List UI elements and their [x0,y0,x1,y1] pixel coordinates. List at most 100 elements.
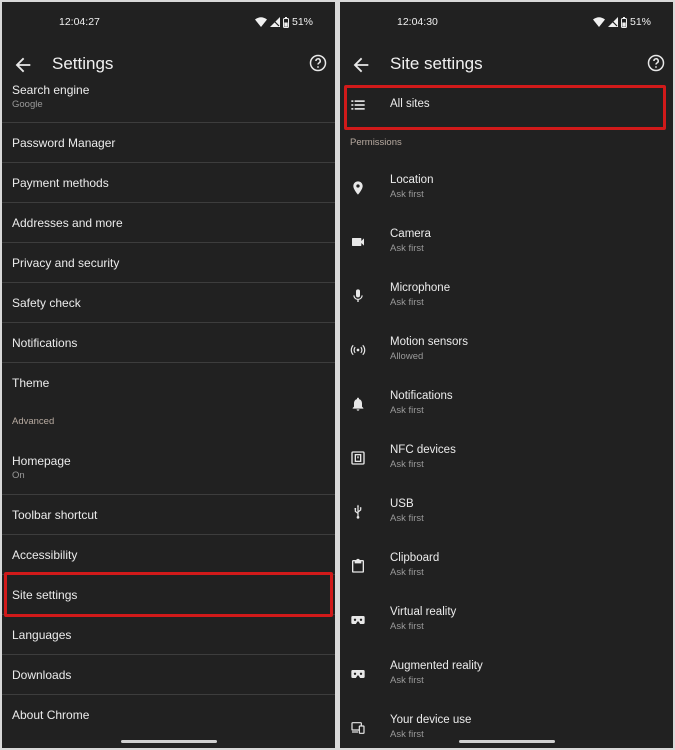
permission-item-usb[interactable]: USB Ask first [340,492,673,542]
settings-item-toolbar-shortcut[interactable]: Toolbar shortcut [2,495,335,535]
page-title: Site settings [390,54,483,73]
help-icon[interactable] [647,54,665,72]
wifi-icon [592,17,605,27]
app-bar: Site settings [340,50,673,80]
permission-item-virtual-reality[interactable]: Virtual reality Ask first [340,600,673,650]
permission-item-notifications[interactable]: Notifications Ask first [340,384,673,434]
permission-status: Ask first [390,567,424,578]
permission-item-nfc-devices[interactable]: NFC devices Ask first [340,438,673,488]
settings-item-about-chrome[interactable]: About Chrome [2,695,335,735]
item-label: Toolbar shortcut [12,508,98,522]
permission-item-clipboard[interactable]: Clipboard Ask first [340,546,673,596]
bell-icon [352,397,364,411]
motion-sensors-icon [350,344,366,356]
item-label: Privacy and security [12,256,120,270]
permission-label: Virtual reality [390,606,457,618]
permission-label: Clipboard [390,552,440,564]
battery-percent: 51% [629,16,651,28]
ar-headset-icon [351,670,365,678]
settings-item-addresses[interactable]: Addresses and more [2,203,335,243]
settings-item-safety-check[interactable]: Safety check [2,283,335,323]
settings-item-payment-methods[interactable]: Payment methods [2,163,335,203]
settings-item-homepage[interactable]: Homepage On [2,450,335,494]
settings-item-languages[interactable]: Languages [2,615,335,655]
permission-item-motion-sensors[interactable]: Motion sensors Allowed [340,330,673,380]
page-title: Settings [52,54,114,73]
permission-status: Ask first [390,621,424,632]
app-bar: Settings [2,50,335,80]
nfc-icon [351,451,365,465]
status-bar: 12:04:27 51% [2,16,335,32]
status-time: 12:04:30 [397,16,438,28]
microphone-icon [353,289,363,302]
item-label: Safety check [12,296,81,310]
battery-icon [282,16,289,28]
permission-status: Ask first [390,459,424,470]
settings-screen: 12:04:27 51% Settings Search engine Goog… [2,2,335,748]
highlight-box [4,572,333,617]
search-engine-item[interactable]: Search engine Google [2,80,335,122]
permission-label: Notifications [390,390,453,402]
permission-item-augmented-reality[interactable]: Augmented reality Ask first [340,654,673,704]
back-arrow-icon[interactable] [12,54,34,76]
settings-item-theme[interactable]: Theme [2,363,335,403]
settings-item-notifications[interactable]: Notifications [2,323,335,363]
permission-item-microphone[interactable]: Microphone Ask first [340,276,673,326]
homepage-value: On [12,470,25,481]
permission-label: Augmented reality [390,660,483,672]
settings-item-accessibility[interactable]: Accessibility [2,535,335,575]
signal-icon [607,17,618,27]
permission-status: Ask first [390,675,424,686]
help-icon[interactable] [309,54,327,72]
permission-status: Allowed [390,351,424,362]
usb-icon [354,504,362,519]
vr-headset-icon [351,616,365,624]
homepage-label: Homepage [12,454,71,468]
permission-label: Camera [390,228,431,240]
clipboard-icon [352,558,364,573]
location-icon [353,181,363,195]
permission-label: NFC devices [390,444,456,456]
permission-label: USB [390,498,414,510]
permission-status: Ask first [390,513,424,524]
permission-label: Location [390,174,434,186]
item-label: Password Manager [12,136,116,150]
status-time: 12:04:27 [59,16,100,28]
gesture-bar[interactable] [120,740,217,743]
permission-status: Ask first [390,729,424,740]
item-label: Languages [12,628,72,642]
permission-item-camera[interactable]: Camera Ask first [340,222,673,272]
item-label: Accessibility [12,548,78,562]
settings-item-password-manager[interactable]: Password Manager [2,123,335,163]
back-arrow-icon[interactable] [350,54,372,76]
signal-icon [269,17,280,27]
permission-label: Your device use [390,714,472,726]
battery-icon [620,16,627,28]
item-label: Payment methods [12,176,109,190]
device-use-icon [351,722,365,734]
search-engine-value: Google [12,99,43,110]
item-label: Theme [12,376,50,390]
permission-item-location[interactable]: Location Ask first [340,168,673,218]
battery-percent: 51% [291,16,313,28]
permission-status: Ask first [390,189,424,200]
settings-item-privacy[interactable]: Privacy and security [2,243,335,283]
permission-status: Ask first [390,243,424,254]
item-label: Addresses and more [12,216,123,230]
permission-label: Microphone [390,282,451,294]
item-label: Downloads [12,668,72,682]
settings-item-downloads[interactable]: Downloads [2,655,335,695]
gesture-bar[interactable] [458,740,555,743]
item-label: About Chrome [12,708,90,722]
permission-status: Ask first [390,405,424,416]
search-engine-label: Search engine [12,83,90,97]
highlight-box [344,85,666,130]
permission-status: Ask first [390,297,424,308]
status-bar: 12:04:30 51% [340,16,673,32]
advanced-section-label: Advanced [12,416,55,427]
permissions-section-label: Permissions [350,137,402,148]
site-settings-screen: 12:04:30 51% Site settings All sites Per… [340,2,673,748]
item-label: Notifications [12,336,78,350]
wifi-icon [254,17,267,27]
permission-label: Motion sensors [390,336,468,348]
